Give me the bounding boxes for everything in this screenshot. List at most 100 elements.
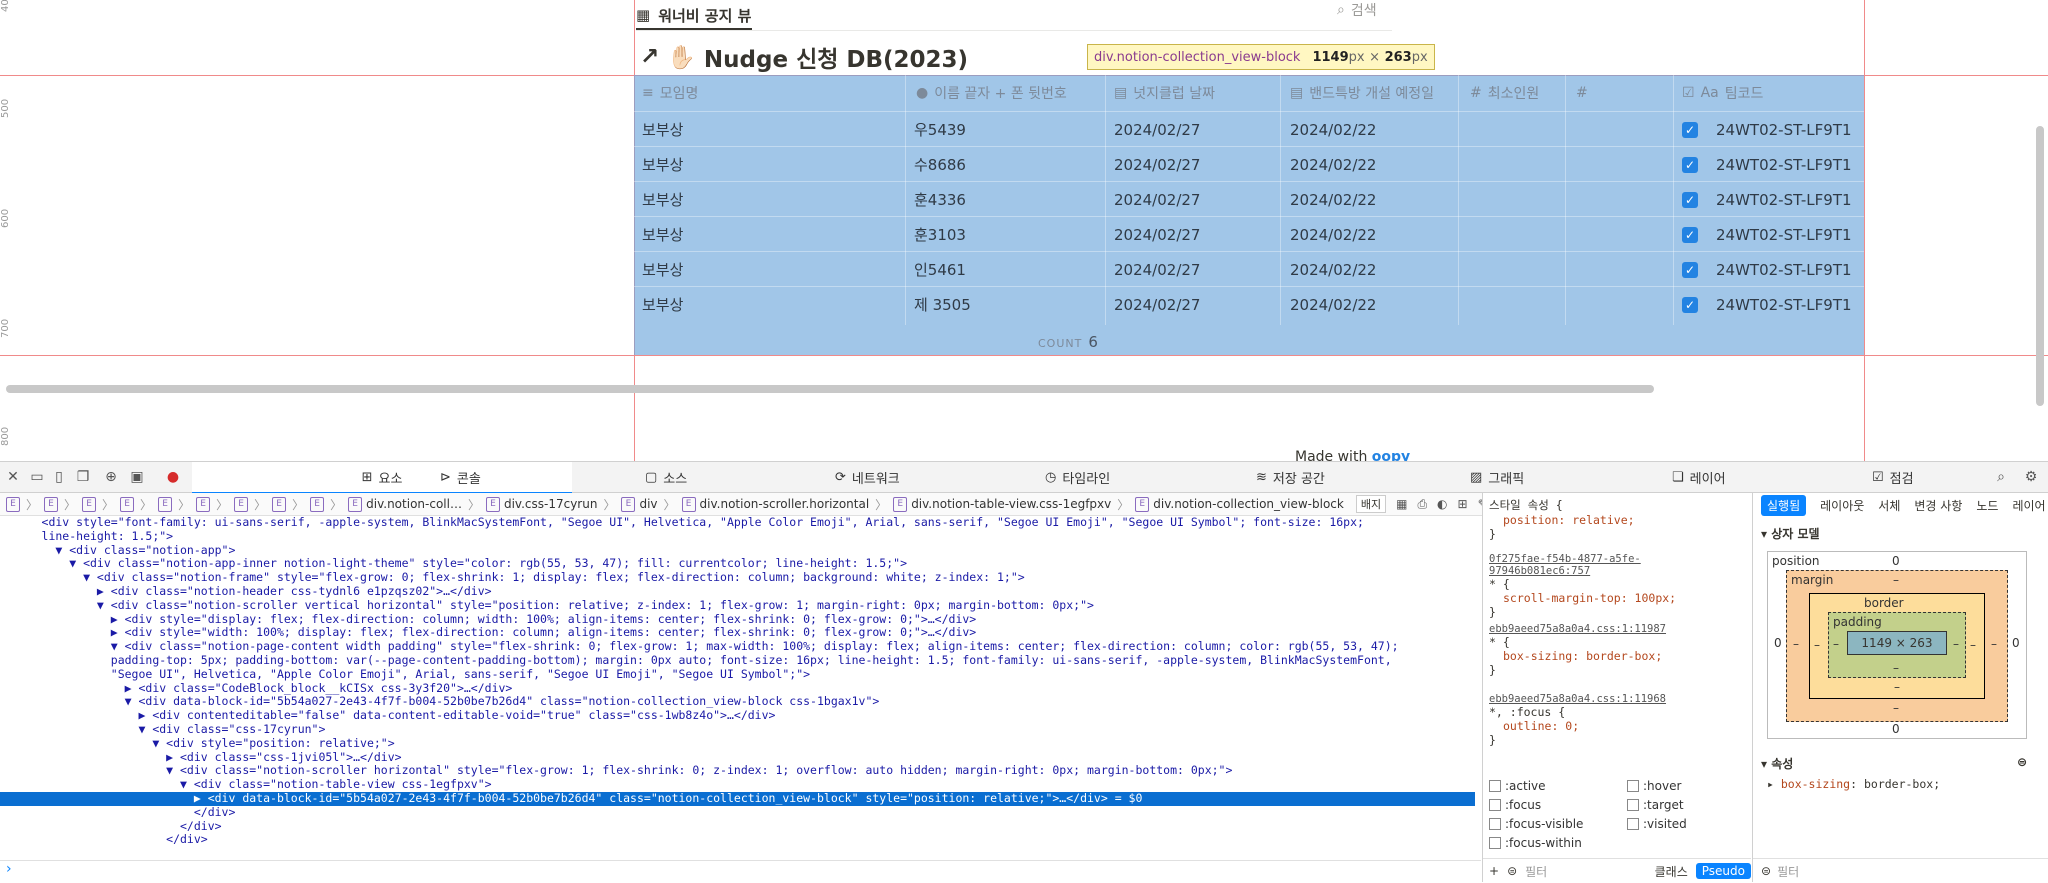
dom-line[interactable]: ▶ <div class="css-1jvi05l">…</div> <box>0 750 1475 765</box>
table-row[interactable]: 보부상 수8686 2024/02/27 2024/02/22 ✓ 24WT02… <box>634 146 1864 182</box>
table-row[interactable]: 보부상 훈3103 2024/02/27 2024/02/22 ✓ 24WT02… <box>634 216 1864 252</box>
badge-button[interactable]: 배지 <box>1355 495 1387 513</box>
made-with-footer[interactable]: Made with oopy <box>1295 449 1410 461</box>
margin-box[interactable]: margin – – – – border – – – padding – – … <box>1786 570 2008 722</box>
column-header-name[interactable]: ● 이름 끝자 + 폰 뒷번호 <box>916 75 1067 111</box>
tab-storage[interactable]: ≋ 저장 공간 <box>1256 462 1325 492</box>
breadcrumb-item[interactable]: Ediv.notion-coll… <box>342 496 468 512</box>
dom-line[interactable]: ▼ <div class="notion-frame" style="flex-… <box>0 570 1475 585</box>
cell-open-date[interactable]: 2024/02/22 <box>1290 287 1376 322</box>
cell-checkbox[interactable]: ✓ <box>1682 182 1698 217</box>
style-rule[interactable]: ebb9aeed75a8a0a4.css:1:11968 *, :focus {… <box>1489 693 1739 747</box>
pseudo-button[interactable]: Pseudo <box>1695 863 1751 879</box>
breadcrumb-item-selected[interactable]: Ediv.notion-collection_view-block <box>1129 496 1350 512</box>
dom-line[interactable]: ▶ <div class="CodeBlock_block__kCISx css… <box>0 681 1475 696</box>
cell-team-code[interactable]: 24WT02-ST-LF9T1 <box>1716 217 1852 252</box>
breadcrumb-item[interactable]: E <box>152 496 178 512</box>
oopy-brand-link[interactable]: oopy <box>1372 449 1410 461</box>
device-icon[interactable]: ▣ <box>128 468 146 486</box>
tab-layout[interactable]: 레이아웃 <box>1820 497 1864 514</box>
pseudo-toggle-focus-within[interactable]: :focus-within <box>1489 836 1582 850</box>
dom-line[interactable]: ▼ <div class="notion-app"> <box>0 543 1475 558</box>
cell-checkbox[interactable]: ✓ <box>1682 112 1698 147</box>
tab-audit[interactable]: ☑ 점검 <box>1872 462 1914 492</box>
column-header-number[interactable]: # <box>1576 75 1594 111</box>
cell-date[interactable]: 2024/02/27 <box>1114 252 1200 287</box>
tab-elements[interactable]: ⊞ 요소 <box>192 462 572 494</box>
cell-group[interactable]: 보부상 <box>642 112 683 147</box>
breadcrumb-item[interactable]: E <box>190 496 216 512</box>
class-button[interactable]: 클래스 <box>1655 863 1688 880</box>
search-button[interactable]: ⌕ 검색 <box>1337 0 1377 20</box>
computed-filter-input[interactable]: 필터 <box>1777 863 1799 880</box>
checked-checkbox-icon[interactable]: ✓ <box>1682 191 1698 208</box>
cell-date[interactable]: 2024/02/27 <box>1114 217 1200 252</box>
dock-bottom-icon[interactable]: ▭ <box>28 468 46 486</box>
border-box[interactable]: border – – – padding – – – 1149 × 263 <box>1809 593 1985 699</box>
cell-group[interactable]: 보부상 <box>642 252 683 287</box>
pseudo-toggle-hover[interactable]: :hover <box>1627 779 1681 793</box>
cell-team-code[interactable]: 24WT02-ST-LF9T1 <box>1716 147 1852 182</box>
cell-name[interactable]: 훈3103 <box>914 217 966 252</box>
checked-checkbox-icon[interactable]: ✓ <box>1682 226 1698 243</box>
breadcrumb-item[interactable]: E <box>266 496 292 512</box>
appearance-icon[interactable]: ◐ <box>1437 497 1447 511</box>
style-rule-inline[interactable]: 스타일 속성 { position: relative; } <box>1489 497 1739 541</box>
dom-line[interactable]: "Segoe UI", Helvetica, "Apple Color Emoj… <box>0 667 1475 682</box>
cell-checkbox[interactable]: ✓ <box>1682 252 1698 287</box>
checked-checkbox-icon[interactable]: ✓ <box>1682 261 1698 278</box>
dom-line[interactable]: ▶ <div style="width: 100%; display: flex… <box>0 626 1475 640</box>
cell-team-code[interactable]: 24WT02-ST-LF9T1 <box>1716 287 1852 322</box>
style-rule[interactable]: 0f275fae-f54b-4877-a5fe-97946b081ec6:757… <box>1489 553 1739 619</box>
checked-checkbox-icon[interactable]: ✓ <box>1682 121 1698 138</box>
rule-source-link[interactable]: 0f275fae-f54b-4877-a5fe-97946b081ec6:757 <box>1489 553 1739 577</box>
tab-sources[interactable]: ▢ 소스 <box>645 462 687 492</box>
dom-line[interactable]: ▼ <div data-block-id="5b54a027-2e43-4f7f… <box>0 695 1475 709</box>
dom-line[interactable]: ▼ <div class="notion-scroller vertical h… <box>0 598 1475 613</box>
error-icon[interactable]: ● <box>164 468 182 486</box>
tab-layers[interactable]: ❏ 레이어 <box>1672 462 1726 492</box>
breadcrumb-item[interactable]: Ediv.notion-table-view.css-1egfpxv <box>887 496 1117 512</box>
search-icon[interactable]: ⌕ <box>1992 468 2010 486</box>
view-tab[interactable]: ▦ 워너비 공지 뷰 <box>636 0 751 30</box>
rule-declaration[interactable]: position: relative; <box>1489 513 1739 527</box>
styles-filter-input[interactable]: 필터 <box>1525 863 1647 880</box>
add-rule-icon[interactable]: + <box>1489 864 1499 878</box>
cell-team-code[interactable]: 24WT02-ST-LF9T1 <box>1716 252 1852 287</box>
cell-name[interactable]: 제 3505 <box>914 287 971 322</box>
close-icon[interactable]: ✕ <box>4 468 22 486</box>
pseudo-toggle-active[interactable]: :active <box>1489 779 1546 793</box>
properties-section-title[interactable]: ▾ 속성 ⊜ <box>1761 755 2027 772</box>
tab-computed[interactable]: 실행됨 <box>1761 494 1807 516</box>
dom-line[interactable]: ▼ <div class="notion-scroller horizontal… <box>0 764 1475 778</box>
cell-open-date[interactable]: 2024/02/22 <box>1290 112 1376 147</box>
cell-open-date[interactable]: 2024/02/22 <box>1290 252 1376 287</box>
rule-source-link[interactable]: ebb9aeed75a8a0a4.css:1:11987 <box>1489 623 1739 635</box>
dom-line-selected[interactable]: ▶ <div data-block-id="5b54a027-2e43-4f7f… <box>0 791 1475 806</box>
vertical-scrollbar[interactable] <box>2036 126 2044 406</box>
dom-line[interactable]: ▶ <div style="display: flex; flex-direct… <box>0 612 1475 627</box>
breadcrumb-item[interactable]: Ediv.css-17cyrun <box>480 496 603 512</box>
column-header-group[interactable]: ≡ 모임명 <box>642 75 698 111</box>
dom-line[interactable]: line-height: 1.5;"> <box>0 529 1475 544</box>
cell-checkbox[interactable]: ✓ <box>1682 287 1698 322</box>
dom-line[interactable]: </div> <box>0 805 1475 820</box>
dom-tree[interactable]: <div style="font-family: ui-sans-serif, … <box>0 516 1475 852</box>
pseudo-toggle-focus[interactable]: :focus <box>1489 798 1541 812</box>
cell-open-date[interactable]: 2024/02/22 <box>1290 147 1376 182</box>
tab-graphics[interactable]: ▨ 그래픽 <box>1470 462 1524 492</box>
table-row[interactable]: 보부상 훈4336 2024/02/27 2024/02/22 ✓ 24WT02… <box>634 181 1864 217</box>
cell-team-code[interactable]: 24WT02-ST-LF9T1 <box>1716 182 1852 217</box>
tab-font[interactable]: 서체 <box>1878 497 1900 514</box>
print-icon[interactable]: ⎙ <box>1417 497 1427 512</box>
cell-date[interactable]: 2024/02/27 <box>1114 182 1200 217</box>
checked-checkbox-icon[interactable]: ✓ <box>1682 296 1698 313</box>
box-model-section-title[interactable]: ▾ 상자 모델 <box>1761 525 1820 542</box>
checked-checkbox-icon[interactable]: ✓ <box>1682 156 1698 173</box>
dom-line[interactable]: </div> <box>0 833 1475 847</box>
column-header-open-date[interactable]: ▤ 밴드특방 개설 예정일 <box>1290 75 1434 111</box>
layout-grid-icon[interactable]: ⊞ <box>1458 497 1468 511</box>
cell-name[interactable]: 훈4336 <box>914 182 966 217</box>
cell-group[interactable]: 보부상 <box>642 287 683 322</box>
cell-date[interactable]: 2024/02/27 <box>1114 112 1200 147</box>
